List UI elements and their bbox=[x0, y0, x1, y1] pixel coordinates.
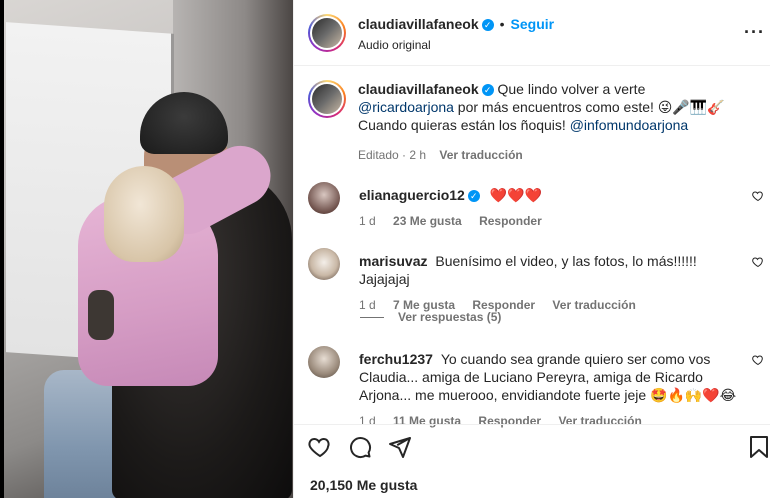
verified-badge-icon: ✓ bbox=[481, 84, 494, 97]
mention-infomundoarjona[interactable]: @infomundoarjona bbox=[570, 117, 689, 133]
comment-body: elianaguercio12 ✓ ❤️❤️❤️ 1 d 23 Me gusta … bbox=[359, 186, 739, 230]
verified-badge-icon: ✓ bbox=[481, 18, 494, 31]
bookmark-icon[interactable] bbox=[748, 435, 770, 461]
audio-label[interactable]: Audio original bbox=[358, 38, 431, 52]
comment-item: elianaguercio12 ✓ ❤️❤️❤️ 1 d 23 Me gusta … bbox=[308, 182, 768, 232]
comment-text: ❤️❤️❤️ bbox=[489, 187, 543, 203]
caption-meta: Editado · 2 h Ver traducción bbox=[358, 146, 738, 164]
comment-avatar[interactable] bbox=[308, 182, 340, 214]
comment-item: marisuvaz Buenísimo el video, y las foto… bbox=[308, 248, 768, 312]
author-line: claudiavillafaneok ✓ • Seguir bbox=[358, 16, 554, 34]
comment-item: ferchu1237 Yo cuando sea grande quiero s… bbox=[308, 346, 768, 428]
post-caption: claudiavillafaneok ✓ Que lindo volver a v… bbox=[308, 74, 758, 164]
post-photo bbox=[4, 0, 293, 498]
view-replies-label: Ver respuestas (5) bbox=[398, 310, 502, 324]
comment-translate-link[interactable]: Ver traducción bbox=[552, 298, 635, 312]
post-header: claudiavillafaneok ✓ • Seguir Audio origina… bbox=[294, 0, 770, 66]
comment-username[interactable]: elianaguercio12 bbox=[359, 187, 465, 203]
like-heart-icon[interactable] bbox=[308, 435, 334, 461]
comment-username[interactable]: ferchu1237 bbox=[359, 351, 433, 367]
heart-icon[interactable] bbox=[752, 256, 764, 271]
post-actions-bar: 20,150 Me gusta bbox=[294, 424, 770, 498]
caption-edited-time: Editado · 2 h bbox=[358, 148, 427, 162]
comment-meta: 1 d 23 Me gusta Responder bbox=[359, 212, 739, 230]
heart-icon[interactable] bbox=[752, 354, 764, 369]
follow-button[interactable]: Seguir bbox=[511, 16, 555, 32]
separator-dot: • bbox=[499, 16, 505, 32]
comment-likes[interactable]: 23 Me gusta bbox=[393, 214, 462, 228]
like-count[interactable]: 20,150 Me gusta bbox=[310, 477, 417, 493]
caption-text-part-1: Que lindo volver a verte bbox=[497, 81, 646, 97]
comment-body: ferchu1237 Yo cuando sea grande quiero s… bbox=[359, 350, 739, 430]
mention-ricardoarjona[interactable]: @ricardoarjona bbox=[358, 99, 454, 115]
author-avatar[interactable] bbox=[308, 14, 346, 52]
photo-woman-hair bbox=[104, 166, 184, 262]
post-media[interactable] bbox=[0, 0, 293, 498]
comment-body: marisuvaz Buenísimo el video, y las foto… bbox=[359, 252, 739, 314]
replies-divider bbox=[360, 317, 384, 319]
photo-bag bbox=[88, 290, 114, 340]
caption-text: claudiavillafaneok ✓ Que lindo volver a v… bbox=[358, 80, 738, 164]
comment-reply-button[interactable]: Responder bbox=[479, 214, 542, 228]
more-options-icon[interactable]: ··· bbox=[744, 22, 765, 43]
caption-username[interactable]: claudiavillafaneok bbox=[358, 81, 479, 97]
author-username[interactable]: claudiavillafaneok bbox=[358, 16, 479, 32]
post-details-panel: claudiavillafaneok ✓ • Seguir Audio origina… bbox=[293, 0, 770, 498]
caption-author-avatar[interactable] bbox=[308, 80, 346, 118]
share-icon[interactable] bbox=[388, 435, 414, 461]
verified-badge-icon: ✓ bbox=[467, 190, 480, 203]
caption-translate-link[interactable]: Ver traducción bbox=[439, 148, 522, 162]
comment-avatar[interactable] bbox=[308, 248, 340, 280]
comment-avatar[interactable] bbox=[308, 346, 340, 378]
heart-icon[interactable] bbox=[752, 190, 764, 205]
view-replies-button[interactable]: Ver respuestas (5) bbox=[360, 310, 501, 324]
comment-icon[interactable] bbox=[348, 435, 374, 461]
comment-username[interactable]: marisuvaz bbox=[359, 253, 427, 269]
comment-age: 1 d bbox=[359, 214, 376, 228]
